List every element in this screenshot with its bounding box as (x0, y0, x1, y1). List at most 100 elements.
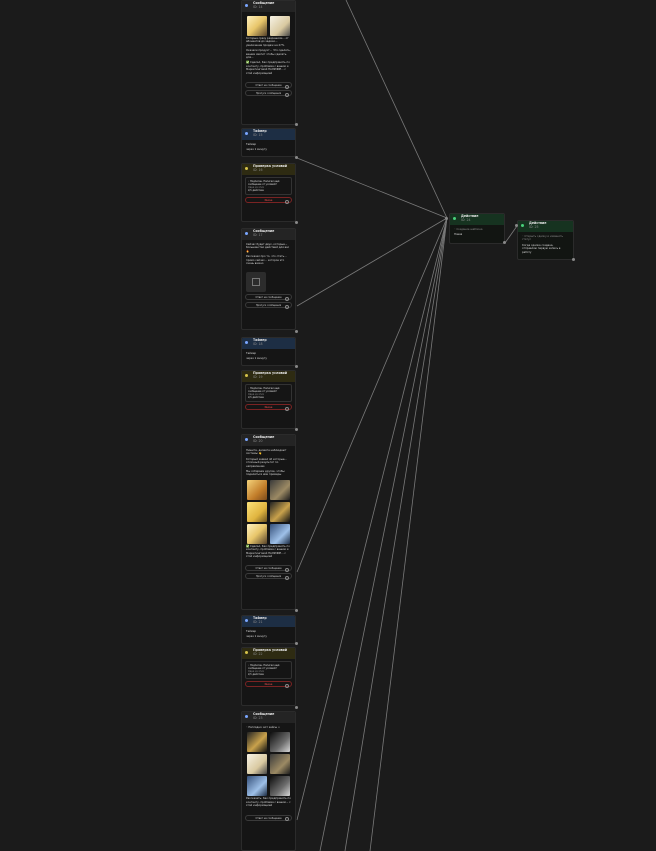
action-value: Когда сделка создана, отправляю первую з… (522, 243, 561, 254)
action-description: ◦ Создание шаблона (454, 228, 483, 231)
message-text: Мы собираем другие, чтобы поделиться ими… (246, 470, 285, 477)
output-port[interactable] (572, 258, 575, 261)
message-icon (245, 232, 248, 235)
condition-node[interactable]: Проверка условий ID: 19 ◦ Подписан. Напи… (241, 370, 296, 429)
node-id: ID: 15 (253, 132, 263, 137)
image-thumbnail (269, 479, 290, 500)
else-button[interactable]: Иначе (245, 404, 292, 411)
output-port[interactable] (295, 706, 298, 709)
skip-button[interactable]: Пропуск сообщения (245, 302, 292, 309)
image-thumbnail (247, 776, 267, 797)
node-header: Действие ID: 24 (450, 214, 504, 225)
image-thumbnail (247, 479, 267, 500)
condition-node[interactable]: Проверка условий ID: 16 ◦ Подписан. Напи… (241, 163, 296, 222)
node-id: ID: 22 (253, 651, 263, 656)
image-thumbnail (247, 501, 267, 522)
clock-icon (245, 132, 248, 135)
timer-label: Таймер (246, 352, 257, 355)
lightning-icon (521, 224, 524, 227)
skip-button[interactable]: Пропуск сообщения (245, 573, 292, 580)
condition-node[interactable]: Проверка условий ID: 22 ◦ Подписан. Напи… (241, 647, 296, 706)
node-header: Таймер ID: 15 (242, 129, 295, 140)
connection-wires (296, 0, 518, 851)
message-text: Который заявил об которые... отличный ре… (246, 457, 287, 468)
action-node[interactable]: Действие ID: 24 ◦ Создание шаблона Новая (449, 213, 505, 244)
timer-node[interactable]: Таймер ID: 18 Таймер через 1 минуту (241, 337, 296, 366)
image-thumbnail (247, 16, 267, 36)
message-node[interactable]: Сообщение ID: 23 ◦ Наглядно: вот кейсы ↓… (241, 711, 296, 851)
message-text: ✅ Сделал, Как предпринять по контенту, п… (246, 61, 290, 75)
output-port[interactable] (295, 221, 298, 224)
skip-button[interactable]: Пропуск сообщения (245, 90, 292, 97)
node-header: Проверка условий ID: 16 (242, 164, 295, 175)
output-port[interactable] (295, 609, 298, 612)
image-thumbnail (269, 501, 290, 522)
output-port[interactable] (503, 241, 506, 244)
output-port[interactable] (295, 428, 298, 431)
message-text: Пишите, делаете наблюдают системы 👋 (246, 449, 287, 456)
action-description: ◦ Открыть сделку и изменить статус (522, 235, 563, 242)
video-attachment-icon[interactable] (246, 272, 266, 293)
timer-node[interactable]: Таймер ID: 21 Таймер через 1 минуту (241, 615, 296, 644)
wire (296, 217, 448, 307)
wire (319, 217, 448, 851)
image-thumbnail (269, 523, 290, 544)
timer-label: Таймер (246, 630, 257, 633)
timer-label: Таймер (246, 143, 257, 146)
node-id: ID: 17 (253, 232, 263, 237)
node-id: ID: 21 (253, 619, 263, 624)
node-id: ID: 18 (253, 341, 263, 346)
else-button[interactable]: Иначе (245, 681, 292, 688)
message-text: Рассказал про то, что стать... прямо сей… (246, 255, 287, 266)
reply-button[interactable]: Ответ на сообщение (245, 294, 292, 301)
node-header: Таймер ID: 18 (242, 338, 295, 349)
condition-block[interactable]: ◦ Подписан. Написал ещё сообщение от усл… (245, 177, 292, 195)
message-node[interactable]: Сообщение ID: 14 Которые сразу разрешили… (241, 0, 296, 125)
node-id: ID: 20 (253, 438, 263, 443)
condition-block[interactable]: ◦ Подписан. Написал ещё сообщение от усл… (245, 384, 292, 402)
node-id: ID: 16 (253, 167, 263, 172)
node-id: ID: 19 (253, 374, 263, 379)
condition-block[interactable]: ◦ Подписан. Написал ещё сообщение от усл… (245, 661, 292, 679)
reply-button[interactable]: Ответ на сообщение (245, 82, 292, 89)
output-port[interactable] (295, 156, 298, 159)
wire (296, 217, 448, 821)
message-text: Рассказать, Как предпринять по контенту,… (246, 797, 291, 808)
reply-button[interactable]: Ответ на сообщение (245, 814, 292, 822)
message-text: Оказали продукт... Что сделать, вашим хв… (246, 49, 291, 60)
output-port[interactable] (295, 123, 298, 126)
image-thumbnail (247, 523, 267, 544)
input-port[interactable] (515, 224, 518, 227)
timer-value: через 1 минуту (246, 148, 267, 152)
wire (345, 0, 448, 219)
timer-node[interactable]: Таймер ID: 15 Таймер через 1 минуту (241, 128, 296, 157)
action-value: Новая (454, 233, 463, 237)
node-header: Сообщение ID: 23 (242, 712, 295, 723)
node-header: Проверка условий ID: 19 (242, 371, 295, 382)
message-text: ✅ Сделал, Как предпринять по контенту, п… (246, 544, 290, 559)
input-port[interactable] (445, 217, 448, 220)
wire (369, 217, 448, 851)
output-port[interactable] (295, 330, 298, 333)
condition-action: действие (252, 189, 264, 192)
output-port[interactable] (295, 365, 298, 368)
else-button[interactable]: Иначе (245, 197, 292, 204)
flow-canvas[interactable]: Сообщение ID: 14 Которые сразу разрешили… (0, 0, 656, 851)
node-id: ID: 23 (253, 715, 263, 720)
node-header: Действие ID: 25 (518, 221, 573, 232)
node-header: Проверка условий ID: 22 (242, 648, 295, 659)
wire (296, 217, 448, 573)
lightning-icon (453, 217, 456, 220)
action-node[interactable]: Действие ID: 25 ◦ Открыть сделку и измен… (517, 220, 574, 260)
reply-button[interactable]: Ответ на сообщение (245, 565, 292, 572)
image-thumbnail (269, 732, 290, 753)
image-thumbnail (269, 776, 290, 797)
message-icon (245, 4, 248, 7)
message-node[interactable]: Сообщение ID: 17 Сейчас будет двух, кото… (241, 228, 296, 330)
timer-value: через 1 минуту (246, 357, 267, 361)
output-port[interactable] (295, 642, 298, 645)
node-header: Сообщение ID: 17 (242, 229, 295, 240)
message-node[interactable]: Сообщение ID: 20 Пишите, делаете наблюда… (241, 434, 296, 610)
node-id: ID: 25 (529, 224, 539, 229)
wire (296, 157, 448, 219)
